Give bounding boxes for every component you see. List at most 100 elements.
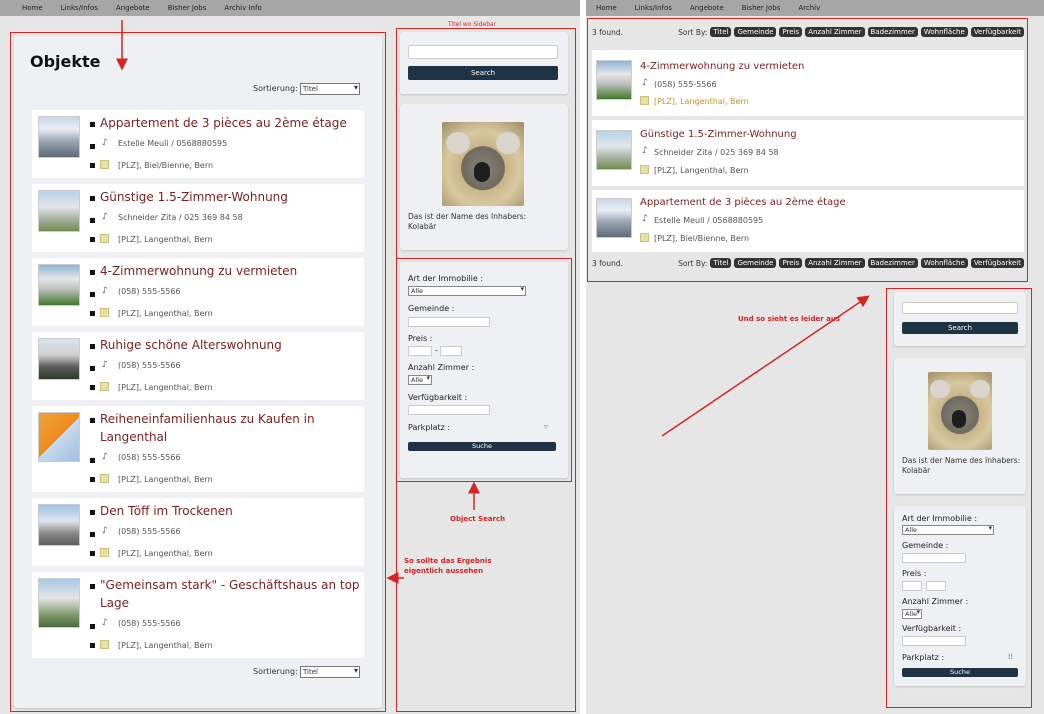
property-thumbnail[interactable] <box>38 578 80 628</box>
result-location: [PLZ], Langenthal, Bern <box>654 166 749 175</box>
result-contact: (058) 555-5566 <box>654 80 717 89</box>
nav-item-angebote[interactable]: Angebote <box>690 4 724 12</box>
owner-widget-right: Das ist der Name des Inhabers: Kolabär <box>894 358 1026 494</box>
result-title[interactable]: 4-Zimmerwohnung zu vermieten <box>640 61 804 72</box>
listing-item[interactable]: "Gemeinsam stark" - Geschäftshaus an top… <box>32 572 364 658</box>
property-thumbnail[interactable] <box>38 338 80 380</box>
filter-art-select[interactable]: Alle <box>902 524 994 535</box>
filter-preis-label: Preis : <box>902 569 927 578</box>
listing-item[interactable]: Ruhige schöne Alterswohnung ♪ (058) 555-… <box>32 332 364 400</box>
listing-contact: (058) 555-5566 <box>118 361 181 370</box>
nav-item-links[interactable]: Links/Infos <box>635 4 672 12</box>
bullet-icon <box>90 237 95 242</box>
map-icon <box>100 382 109 391</box>
sort-bar-bottom: 3 found. Sort By: Titel Gemeinde Preis A… <box>592 258 1024 268</box>
result-item[interactable]: Appartement de 3 pièces au 2ème étage ♪ … <box>592 190 1024 252</box>
sort-pill-bad[interactable]: Badezimmer <box>867 27 918 37</box>
listing-title[interactable]: Ruhige schöne Alterswohnung <box>100 337 282 353</box>
sort-pill-gemeinde[interactable]: Gemeinde <box>734 27 777 37</box>
sort-pill-preis[interactable]: Preis <box>779 258 803 268</box>
search-input-right[interactable] <box>902 302 1018 314</box>
filter-submit-button-right[interactable]: Suche <box>902 668 1018 677</box>
nav-item-angebote[interactable]: Angebote <box>116 4 150 12</box>
property-thumbnail[interactable] <box>38 190 80 232</box>
listing-location: [PLZ], Biel/Bienne, Bern <box>118 161 214 170</box>
result-thumbnail[interactable] <box>596 60 632 100</box>
sort-pill-zimmer[interactable]: Anzahl Zimmer <box>805 258 865 268</box>
property-thumbnail[interactable] <box>38 116 80 158</box>
result-title[interactable]: Günstige 1.5-Zimmer-Wohnung <box>640 129 797 140</box>
filter-gemeinde-label: Gemeinde : <box>902 541 949 550</box>
map-icon <box>100 160 109 169</box>
filter-art-label: Art der Immobilie : <box>902 514 978 523</box>
top-navigation-right: Home Links/Infos Angebote Bisher Jobs Ar… <box>586 0 1044 16</box>
nav-item-home[interactable]: Home <box>22 4 43 12</box>
sort-pill-titel[interactable]: Titel <box>710 258 732 268</box>
nav-item-links[interactable]: Links/Infos <box>61 4 98 12</box>
result-title[interactable]: Appartement de 3 pièces au 2ème étage <box>640 197 846 208</box>
listing-contact: Estelle Meuli / 0568880595 <box>118 139 228 148</box>
listing-title-line2[interactable]: Langenthal <box>100 429 167 445</box>
result-thumbnail[interactable] <box>596 130 632 170</box>
listing-item[interactable]: Den Töff im Trockenen ♪ (058) 555-5566 [… <box>32 498 364 566</box>
bullet-icon <box>90 643 95 648</box>
filter-preis-max[interactable] <box>926 581 946 591</box>
listing-title[interactable]: Reiheneinfamilienhaus zu Kaufen in <box>100 411 315 427</box>
sort-pill-verfuegbarkeit[interactable]: Verfügbarkeit <box>970 258 1024 268</box>
filter-verfuegbar-label: Verfügbarkeit : <box>902 624 962 633</box>
listing-title-line2[interactable]: Lage <box>100 595 129 611</box>
listing-location: [PLZ], Langenthal, Bern <box>118 383 213 392</box>
sort-select[interactable]: Titel <box>300 83 360 95</box>
sort-pill-wohnflaeche[interactable]: Wohnfläche <box>920 27 968 37</box>
right-screenshot: Home Links/Infos Angebote Bisher Jobs Ar… <box>586 0 1044 714</box>
listing-title[interactable]: Appartement de 3 pièces au 2ème étage <box>100 115 347 131</box>
nav-item-home[interactable]: Home <box>596 4 617 12</box>
filter-gemeinde-input[interactable] <box>902 553 966 563</box>
property-thumbnail[interactable] <box>38 504 80 546</box>
listing-title[interactable]: Günstige 1.5-Zimmer-Wohnung <box>100 189 288 205</box>
nav-item-archiv[interactable]: Archiv Info <box>224 4 261 12</box>
sort-pill-preis[interactable]: Preis <box>779 27 803 37</box>
filter-verfuegbar-input[interactable] <box>902 636 966 646</box>
map-icon <box>640 165 649 174</box>
search-widget-right: Search <box>894 292 1026 346</box>
sort-pill-gemeinde[interactable]: Gemeinde <box>734 258 777 268</box>
sort-label: Sortierung: <box>253 84 298 93</box>
bullet-icon <box>90 551 95 556</box>
nav-item-jobs[interactable]: Bisher Jobs <box>742 4 781 12</box>
property-thumbnail[interactable] <box>38 264 80 306</box>
listing-title[interactable]: 4-Zimmerwohnung zu vermieten <box>100 263 297 279</box>
top-navigation: Home Links/Infos Angebote Bisher Jobs Ar… <box>0 0 580 16</box>
listing-title[interactable]: "Gemeinsam stark" - Geschäftshaus an top <box>100 577 360 593</box>
result-thumbnail[interactable] <box>596 198 632 238</box>
map-icon <box>100 640 109 649</box>
sort-pill-titel[interactable]: Titel <box>710 27 732 37</box>
sort-pill-bad[interactable]: Badezimmer <box>867 258 918 268</box>
property-thumbnail[interactable] <box>38 412 80 462</box>
sort-pill-zimmer[interactable]: Anzahl Zimmer <box>805 27 865 37</box>
filter-zimmer-select[interactable]: Alle <box>902 608 922 619</box>
parking-toggle-icon[interactable]: ⁞⁞ <box>1008 652 1013 661</box>
nav-item-jobs[interactable]: Bisher Jobs <box>168 4 207 12</box>
listing-location: [PLZ], Langenthal, Bern <box>118 475 213 484</box>
phone-icon: ♪ <box>102 618 108 628</box>
highlight-sidebar <box>396 28 576 712</box>
listing-item[interactable]: Günstige 1.5-Zimmer-Wohnung ♪ Schneider … <box>32 184 364 252</box>
listing-location: [PLZ], Langenthal, Bern <box>118 309 213 318</box>
nav-item-archiv[interactable]: Archiv <box>798 4 820 12</box>
filter-preis-min[interactable] <box>902 581 922 591</box>
listing-title[interactable]: Den Töff im Trockenen <box>100 503 233 519</box>
result-item[interactable]: Günstige 1.5-Zimmer-Wohnung ♪ Schneider … <box>592 120 1024 186</box>
search-button-right[interactable]: Search <box>902 322 1018 334</box>
listing-item[interactable]: 4-Zimmerwohnung zu vermieten ♪ (058) 555… <box>32 258 364 326</box>
sort-select-bottom[interactable]: Titel <box>300 666 360 678</box>
actual-result-annotation: Und so sieht es leider aus <box>738 315 841 323</box>
listing-item[interactable]: Reiheneinfamilienhaus zu Kaufen in Lange… <box>32 406 364 492</box>
bullet-icon <box>90 366 95 371</box>
result-item[interactable]: 4-Zimmerwohnung zu vermieten ♪ (058) 555… <box>592 50 1024 116</box>
sort-pill-verfuegbarkeit[interactable]: Verfügbarkeit <box>970 27 1024 37</box>
bullet-icon <box>90 270 95 275</box>
bullet-icon <box>90 532 95 537</box>
listing-item[interactable]: Appartement de 3 pièces au 2ème étage ♪ … <box>32 110 364 178</box>
sort-pill-wohnflaeche[interactable]: Wohnfläche <box>920 258 968 268</box>
